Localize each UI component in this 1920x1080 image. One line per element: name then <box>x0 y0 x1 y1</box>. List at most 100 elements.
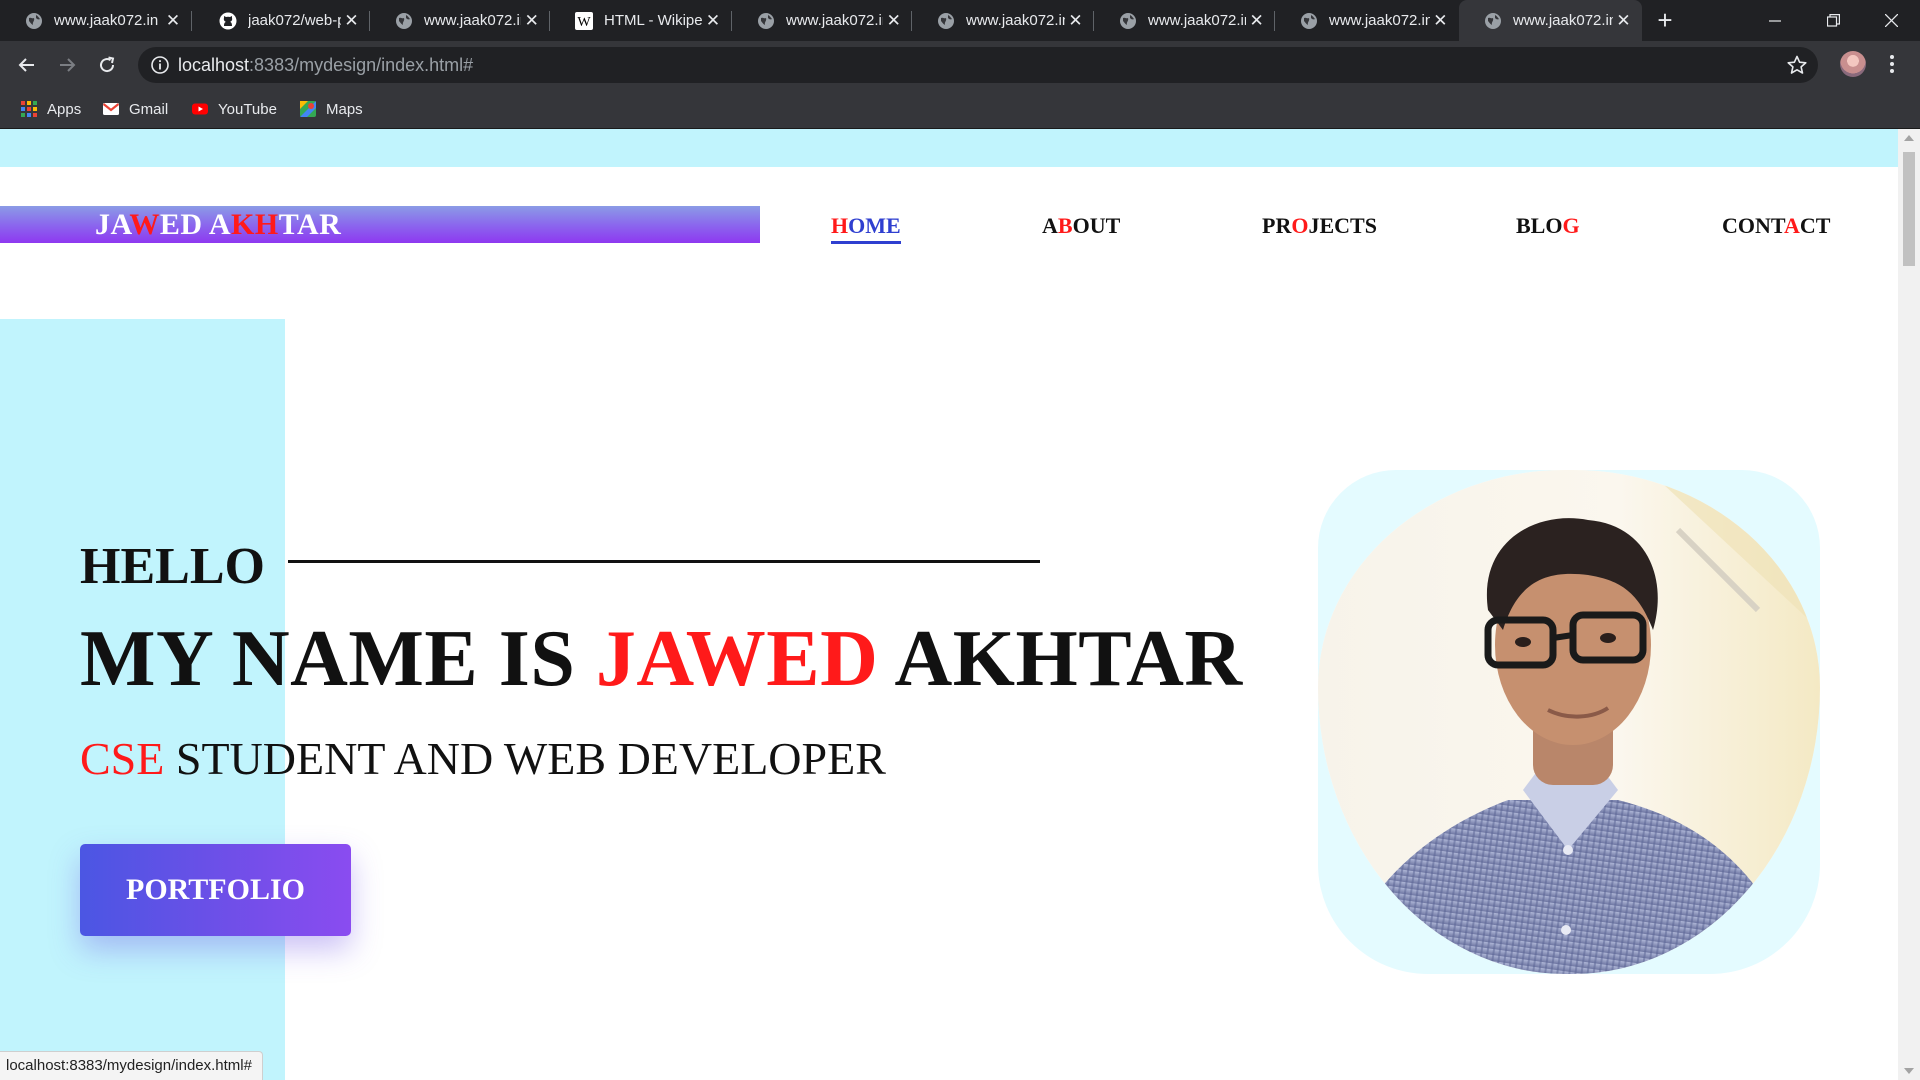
bookmark-label: YouTube <box>218 100 277 118</box>
tab-close-icon[interactable]: ✕ <box>1065 10 1086 32</box>
globe-icon <box>1483 11 1503 31</box>
browser-tab[interactable]: www.jaak072.in ✕ <box>0 0 192 41</box>
globe-icon <box>936 11 956 31</box>
browser-tab[interactable]: www.jaak072.in ✕ <box>732 0 912 41</box>
tab-title: www.jaak072.in <box>1148 12 1247 29</box>
logo-segment: E <box>159 208 181 241</box>
tab-close-icon[interactable]: ✕ <box>883 10 904 32</box>
bookmark-youtube[interactable]: YouTube <box>191 89 277 129</box>
site-logo[interactable]: JAWED AKHTAR <box>95 206 341 243</box>
browser-menu-button[interactable] <box>1880 52 1904 76</box>
logo-segment: KH <box>231 208 279 241</box>
github-icon <box>218 11 238 31</box>
tab-close-icon[interactable]: ✕ <box>162 10 184 32</box>
url-host: localhost <box>178 55 250 75</box>
tab-close-icon[interactable]: ✕ <box>1430 10 1451 32</box>
browser-tab[interactable]: W HTML - Wikipe ✕ <box>550 0 732 41</box>
hero-headline: MY NAME IS JAWED AKHTAR <box>80 614 1243 705</box>
logo-segment: A <box>202 208 232 241</box>
tab-close-icon[interactable]: ✕ <box>521 10 542 32</box>
youtube-icon <box>191 100 209 118</box>
address-url: localhost:8383/mydesign/index.html# <box>178 55 473 76</box>
tab-title: www.jaak072.in <box>1513 12 1613 29</box>
back-button[interactable] <box>11 49 43 81</box>
bookmark-gmail[interactable]: Gmail <box>102 89 168 129</box>
tab-title: HTML - Wikipe <box>604 12 703 29</box>
status-bar-url: localhost:8383/mydesign/index.html# <box>0 1051 263 1080</box>
nav-link-blog[interactable]: BLOG <box>1516 213 1580 239</box>
globe-icon <box>24 11 44 31</box>
browser-tab[interactable]: www.jaak072.in ✕ <box>370 0 550 41</box>
hello-heading: HELLO <box>80 538 265 595</box>
nav-label-segment: BLO <box>1516 213 1563 238</box>
page-viewport: JAWED AKHTAR HOME ABOUT PROJECTS BLOG CONTAC… <box>0 129 1898 1080</box>
nav-link-projects[interactable]: PROJECTS <box>1262 213 1377 239</box>
browser-tab[interactable]: jaak072/web-p ✕ <box>194 0 370 41</box>
logo-segment: W <box>129 208 160 241</box>
subtitle-highlight: CSE <box>80 733 165 784</box>
bookmarks-bar: Apps Gmail YouTube Maps <box>0 89 1920 129</box>
minimize-button[interactable] <box>1746 0 1804 41</box>
portrait-illustration <box>1318 470 1820 974</box>
restore-icon <box>1826 14 1840 27</box>
browser-toolbar: localhost:8383/mydesign/index.html# <box>0 41 1920 89</box>
url-path: :8383/mydesign/index.html# <box>249 55 474 75</box>
subtitle-rest: STUDENT AND WEB DEVELOPER <box>164 733 886 784</box>
address-bar[interactable]: localhost:8383/mydesign/index.html# <box>138 47 1818 83</box>
bookmark-apps[interactable]: Apps <box>20 89 81 129</box>
logo-segment: TAR <box>278 208 342 241</box>
portfolio-button[interactable]: PORTFOLIO <box>80 844 351 936</box>
globe-icon <box>1299 11 1319 31</box>
nav-label-segment: OUT <box>1072 213 1121 238</box>
nav-label-segment: O <box>1291 213 1309 238</box>
nav-link-about[interactable]: ABOUT <box>1042 213 1120 239</box>
browser-tab[interactable]: www.jaak072.in ✕ <box>1275 0 1459 41</box>
tab-title: www.jaak072.in <box>1329 12 1430 29</box>
scrollbar-thumb[interactable] <box>1903 152 1915 266</box>
forward-button[interactable] <box>51 49 83 81</box>
page-scrollbar[interactable] <box>1898 129 1920 1080</box>
nav-link-home[interactable]: HOME <box>831 213 901 244</box>
browser-tab[interactable]: www.jaak072.in ✕ <box>1094 0 1275 41</box>
scroll-down-icon[interactable] <box>1904 1068 1914 1074</box>
profile-avatar[interactable] <box>1840 51 1866 77</box>
tab-close-icon[interactable]: ✕ <box>702 10 724 32</box>
tab-close-icon[interactable]: ✕ <box>1613 10 1634 32</box>
tab-strip: + www.jaak072.in ✕ jaak072/web-p ✕ www.jaak0… <box>0 0 1920 41</box>
reload-button[interactable] <box>91 49 123 81</box>
close-window-button[interactable] <box>1862 0 1920 41</box>
top-accent-band <box>0 129 1898 167</box>
profile-photo-frame <box>1318 470 1820 974</box>
nav-label-segment: JECTS <box>1308 213 1377 238</box>
globe-icon <box>394 11 414 31</box>
bookmark-label: Gmail <box>129 100 169 118</box>
restore-button[interactable] <box>1804 0 1862 41</box>
globe-icon <box>1118 11 1138 31</box>
scroll-up-icon[interactable] <box>1904 135 1914 141</box>
nav-label-segment: CONT <box>1722 213 1784 238</box>
browser-tab[interactable]: www.jaak072.in ✕ <box>1459 0 1642 41</box>
tab-title: www.jaak072.in <box>966 12 1066 29</box>
tab-title: www.jaak072.in <box>54 12 159 29</box>
headline-prefix: MY NAME IS <box>80 615 596 703</box>
nav-label-segment: H <box>831 213 849 238</box>
back-arrow-icon <box>18 58 34 72</box>
bookmark-label: Apps <box>47 100 82 118</box>
tab-close-icon[interactable]: ✕ <box>341 10 362 32</box>
svg-text:W: W <box>577 15 591 30</box>
forward-arrow-icon <box>60 58 76 72</box>
profile-photo <box>1318 470 1820 974</box>
browser-tab[interactable]: www.jaak072.in ✕ <box>912 0 1094 41</box>
nav-label-segment: G <box>1562 213 1580 238</box>
tab-title: jaak072/web-p <box>248 12 342 29</box>
new-tab-button[interactable]: + <box>1650 6 1680 36</box>
hero-subtitle: CSE STUDENT AND WEB DEVELOPER <box>80 732 886 785</box>
nav-link-contact[interactable]: CONTACT <box>1722 213 1830 239</box>
tab-close-icon[interactable]: ✕ <box>1246 10 1267 32</box>
maps-icon <box>299 100 317 118</box>
bookmark-star-icon[interactable] <box>1786 54 1808 76</box>
info-icon[interactable] <box>150 55 170 75</box>
bookmark-maps[interactable]: Maps <box>299 89 363 129</box>
globe-icon <box>756 11 776 31</box>
nav-label-segment: A <box>1783 213 1800 238</box>
